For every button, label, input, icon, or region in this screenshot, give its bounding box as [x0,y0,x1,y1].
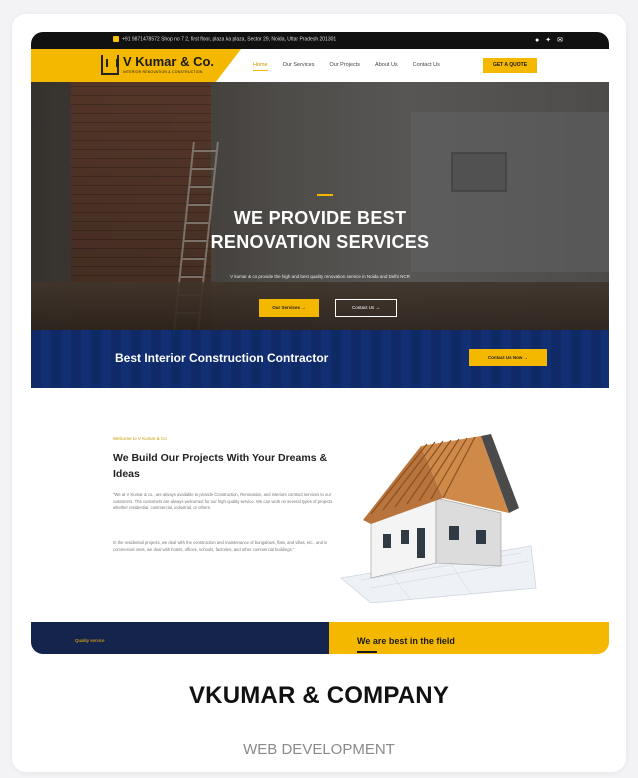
contact-us-button[interactable]: Contact Us → [335,299,397,317]
hero-title-line1: WE PROVIDE BEST [233,208,407,228]
about-title: We Build Our Projects With Your Dreams &… [113,452,328,480]
best-field-title: We are best in the field [357,636,455,646]
house-illustration [340,434,537,603]
logo-name: V Kumar & Co. [123,54,215,69]
contact-text: +91 9871478572 Shop no 7 2, first floor,… [122,36,337,43]
social-icon[interactable]: ● [535,37,545,44]
band-title: Best Interior Construction Contractor [115,351,329,365]
quality-label: Quality service [75,638,105,643]
social-icons: ●✦✉ [535,36,569,44]
nav-about[interactable]: About Us [375,62,398,71]
logo-tagline: INTERIOR RENOVATION & CONSTRUCTION [123,70,203,74]
hero-accent-line [317,194,333,196]
portfolio-card[interactable]: +91 9871478572 Shop no 7 2, first floor,… [12,14,626,772]
hero-title-line2: RENOVATION SERVICES [210,232,430,252]
site-header: V Kumar & Co. INTERIOR RENOVATION & CONS… [31,49,609,82]
hero-title: WE PROVIDE BEST RENOVATION SERVICES [31,206,609,254]
hero-section: WE PROVIDE BEST RENOVATION SERVICES V ku… [31,82,609,330]
logo-block[interactable]: V Kumar & Co. INTERIOR RENOVATION & CONS… [31,49,241,82]
quality-strip: Quality service [31,622,329,654]
about-welcome: Welcome to V Kumar & Co [113,436,167,441]
twitter-icon[interactable]: ✦ [545,37,557,44]
contact-now-button[interactable]: Contact Us Now → [469,349,547,366]
about-section: Welcome to V Kumar & Co We Build Our Pro… [31,388,609,622]
nav-home[interactable]: Home [253,62,268,71]
card-title[interactable]: VKUMAR & COMPANY [12,682,626,710]
contact-info: +91 9871478572 Shop no 7 2, first floor,… [113,36,336,42]
mail-icon[interactable]: ✉ [557,37,569,44]
logo-icon [101,55,119,75]
about-paragraph-1: "We at V Kumar & co., are always availab… [113,492,333,510]
cta-band: Best Interior Construction Contractor Co… [31,330,609,388]
about-paragraph-2: In the residential projects, we deal wit… [113,540,328,552]
our-services-button[interactable]: Our Services → [259,299,319,317]
nav-services[interactable]: Our Services [283,62,315,71]
website-screenshot[interactable]: +91 9871478572 Shop no 7 2, first floor,… [31,32,609,654]
get-quote-button[interactable]: GET A QUOTE [483,58,537,73]
card-category: WEB DEVELOPMENT [243,741,395,758]
top-bar: +91 9871478572 Shop no 7 2, first floor,… [31,32,609,49]
main-nav: Home Our Services Our Projects About Us … [253,62,440,71]
nav-contact[interactable]: Contact Us [413,62,440,71]
best-field-strip: We are best in the field [329,622,609,654]
best-field-underline [357,651,377,653]
nav-projects[interactable]: Our Projects [329,62,360,71]
phone-icon [113,36,119,42]
hero-subtitle: V kumar & co provide the high and best q… [230,274,410,279]
